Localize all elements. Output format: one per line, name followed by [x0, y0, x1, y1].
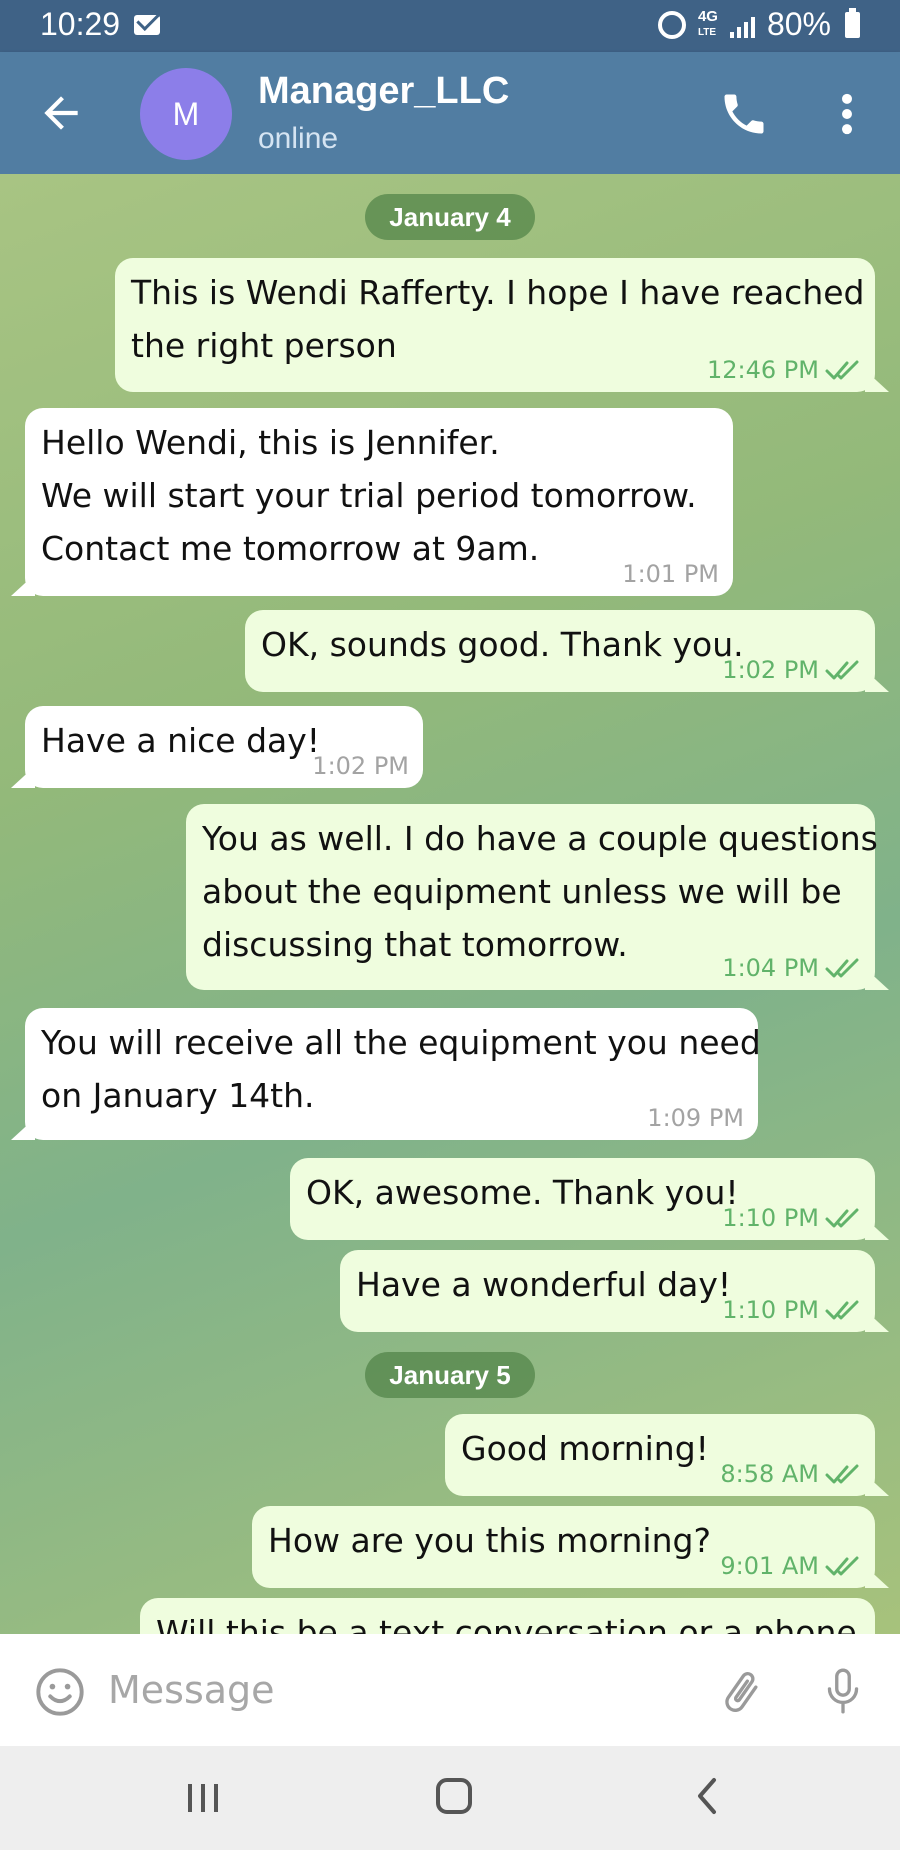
microphone-icon	[827, 1668, 859, 1714]
message-bubble-outgoing[interactable]: OK, sounds good. Thank you. 1:02 PM	[245, 610, 875, 692]
recents-button[interactable]	[180, 1776, 226, 1820]
message-meta: 9:01 AM	[720, 1552, 861, 1580]
message-time: 1:04 PM	[722, 954, 819, 982]
message-meta: 1:02 PM	[312, 752, 409, 780]
avatar[interactable]: M	[140, 68, 232, 160]
double-check-icon	[825, 1556, 859, 1576]
avatar-letter: M	[172, 95, 200, 132]
message-text: Have a wonderful day!	[356, 1265, 732, 1304]
status-time: 10:29	[40, 6, 121, 42]
call-button[interactable]	[718, 88, 770, 140]
message-text: Have a nice day!	[41, 721, 321, 760]
message-time: 1:10 PM	[722, 1204, 819, 1232]
network-indicator: 4G LTE	[697, 7, 718, 40]
double-check-icon	[825, 1208, 859, 1228]
message-meta: 8:58 AM	[720, 1460, 861, 1488]
message-time: 8:58 AM	[720, 1460, 819, 1488]
message-meta: 1:09 PM	[647, 1104, 744, 1132]
message-meta: 1:04 PM	[722, 954, 861, 982]
system-back-button[interactable]	[690, 1774, 724, 1818]
network-type: 4G	[697, 7, 718, 25]
double-check-icon	[825, 660, 859, 680]
signal-icon	[729, 12, 755, 38]
message-time: 1:10 PM	[722, 1296, 819, 1324]
battery-percent: 80%	[766, 6, 831, 42]
chat-header: M Manager_LLC online	[0, 52, 900, 174]
message-meta: 1:10 PM	[722, 1296, 861, 1324]
message-time: 1:02 PM	[722, 656, 819, 684]
message-text: How are you this morning?	[268, 1521, 711, 1560]
system-navigation-bar	[0, 1746, 900, 1850]
message-text: You as well. I do have a couple question…	[202, 819, 878, 964]
message-meta: 1:02 PM	[722, 656, 861, 684]
date-separator: January 5	[365, 1352, 535, 1398]
message-bubble-incoming[interactable]: Hello Wendi, this is Jennifer. We will s…	[25, 408, 733, 596]
message-input-bar	[0, 1634, 900, 1746]
status-indicators: 4G LTE 80%	[657, 6, 860, 43]
voice-message-button[interactable]	[818, 1662, 868, 1720]
network-subtype: LTE	[697, 26, 717, 38]
more-vert-icon	[842, 93, 852, 135]
message-text: Good morning!	[461, 1429, 709, 1468]
message-text: Hello Wendi, this is Jennifer. We will s…	[41, 423, 697, 568]
message-time: 1:02 PM	[312, 752, 409, 780]
message-time: 1:09 PM	[647, 1104, 744, 1132]
nav-back-icon	[698, 1778, 716, 1814]
message-text: OK, sounds good. Thank you.	[261, 625, 744, 664]
message-bubble-outgoing[interactable]: How are you this morning? 9:01 AM	[252, 1506, 875, 1588]
back-arrow-icon	[44, 96, 78, 130]
message-input[interactable]	[108, 1656, 688, 1724]
paperclip-icon	[725, 1672, 758, 1712]
double-check-icon	[825, 1464, 859, 1484]
message-bubble-outgoing[interactable]: You as well. I do have a couple question…	[186, 804, 878, 990]
message-bubble-outgoing[interactable]: This is Wendi Rafferty. I hope I have re…	[115, 258, 875, 392]
chat-area[interactable]: January 4 This is Wendi Rafferty. I hope…	[0, 174, 900, 1634]
message-text: OK, awesome. Thank you!	[306, 1173, 739, 1212]
phone-icon	[724, 94, 764, 134]
date-separator: January 4	[365, 194, 535, 240]
message-time: 12:46 PM	[707, 356, 819, 384]
alarm-icon	[657, 10, 686, 39]
more-options-button[interactable]	[832, 88, 862, 140]
message-bubble-outgoing[interactable]: Will this be a text conversation or a ph…	[140, 1598, 875, 1634]
message-text: Will this be a text conversation or a ph…	[156, 1613, 857, 1634]
message-time: 9:01 AM	[720, 1552, 819, 1580]
message-bubble-incoming[interactable]: You will receive all the equipment you n…	[25, 1008, 761, 1140]
recents-icon	[188, 1784, 218, 1812]
home-icon	[436, 1778, 472, 1814]
mail-icon	[134, 15, 160, 35]
message-meta: 1:10 PM	[722, 1204, 861, 1232]
message-bubble-outgoing[interactable]: Good morning! 8:58 AM	[445, 1414, 875, 1496]
home-button[interactable]	[434, 1776, 474, 1816]
message-meta: 1:01 PM	[622, 560, 719, 588]
chat-status: online	[258, 122, 339, 155]
chat-title[interactable]: Manager_LLC	[258, 70, 509, 113]
message-time: 1:01 PM	[622, 560, 719, 588]
double-check-icon	[825, 360, 859, 380]
double-check-icon	[825, 1300, 859, 1320]
attach-button[interactable]	[716, 1664, 766, 1720]
back-button[interactable]	[36, 88, 86, 138]
double-check-icon	[825, 958, 859, 978]
message-meta: 12:46 PM	[707, 356, 861, 384]
emoji-icon	[36, 1668, 84, 1716]
status-bar: 10:29 4G LTE 80%	[0, 0, 900, 52]
message-bubble-outgoing[interactable]: OK, awesome. Thank you! 1:10 PM	[290, 1158, 875, 1240]
emoji-button[interactable]	[34, 1666, 86, 1718]
battery-icon	[845, 7, 860, 38]
message-bubble-incoming[interactable]: Have a nice day! 1:02 PM	[25, 706, 423, 788]
message-bubble-outgoing[interactable]: Have a wonderful day! 1:10 PM	[340, 1250, 875, 1332]
